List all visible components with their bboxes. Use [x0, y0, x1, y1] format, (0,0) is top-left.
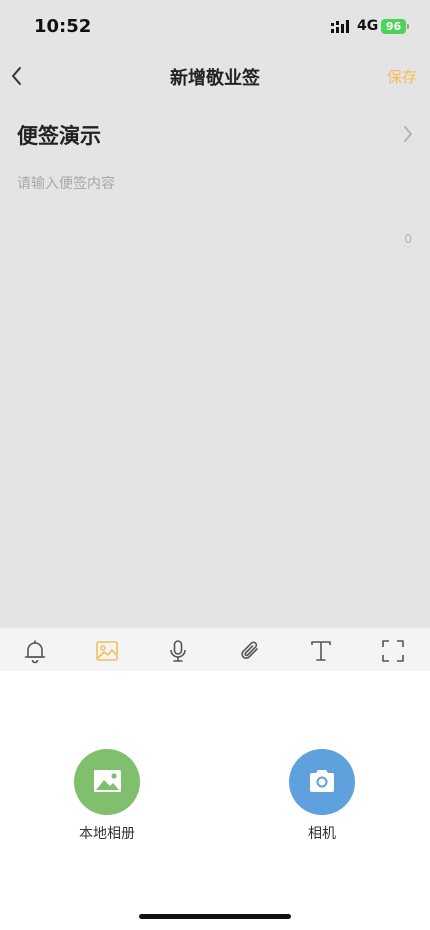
album-label: 本地相册 [79, 826, 135, 842]
attachment-button[interactable] [237, 638, 263, 664]
char-count: 0 [404, 232, 412, 246]
camera-circle [289, 749, 355, 815]
note-title-row[interactable]: 便签演示 [0, 112, 430, 156]
battery-level: 96 [385, 20, 402, 33]
paperclip-icon [241, 641, 258, 659]
camera-icon [310, 770, 334, 792]
camera-label: 相机 [308, 826, 336, 842]
back-button[interactable] [6, 62, 32, 90]
home-indicator [139, 914, 291, 919]
image-source-picker: 本地相册 相机 [0, 671, 430, 930]
fullscreen-icon [382, 640, 404, 662]
local-album-button[interactable]: 本地相册 [52, 749, 162, 843]
status-bar: 10:52 4G 96 [0, 0, 430, 50]
text-format-icon [311, 641, 331, 661]
page-title: 新增敬业签 [170, 68, 260, 89]
fullscreen-button[interactable] [380, 638, 406, 664]
voice-button[interactable] [165, 638, 191, 664]
screen: 10:52 4G 96 新增敬业签 保存 便签演示 请输入便签内容 0 本地相册… [0, 0, 430, 930]
album-circle [74, 749, 140, 815]
image-icon [96, 641, 118, 661]
image-button[interactable] [94, 638, 120, 664]
note-content-input[interactable] [17, 170, 413, 198]
note-title: 便签演示 [17, 124, 101, 148]
photo-icon [94, 770, 121, 792]
battery-icon: 96 [381, 19, 409, 34]
text-format-button[interactable] [308, 638, 334, 664]
reminder-button[interactable] [22, 638, 48, 664]
status-time: 10:52 [34, 16, 92, 37]
nav-bar: 新增敬业签 保存 [0, 52, 430, 100]
bell-icon [24, 640, 46, 664]
chevron-right-icon [404, 126, 412, 142]
chevron-left-icon [12, 67, 21, 85]
signal-icon [331, 20, 349, 33]
network-label: 4G [357, 18, 379, 34]
camera-button[interactable]: 相机 [267, 749, 377, 843]
save-button[interactable]: 保存 [387, 66, 417, 87]
editor-toolbar [0, 627, 430, 671]
microphone-icon [170, 640, 186, 662]
battery-tip [407, 24, 409, 29]
